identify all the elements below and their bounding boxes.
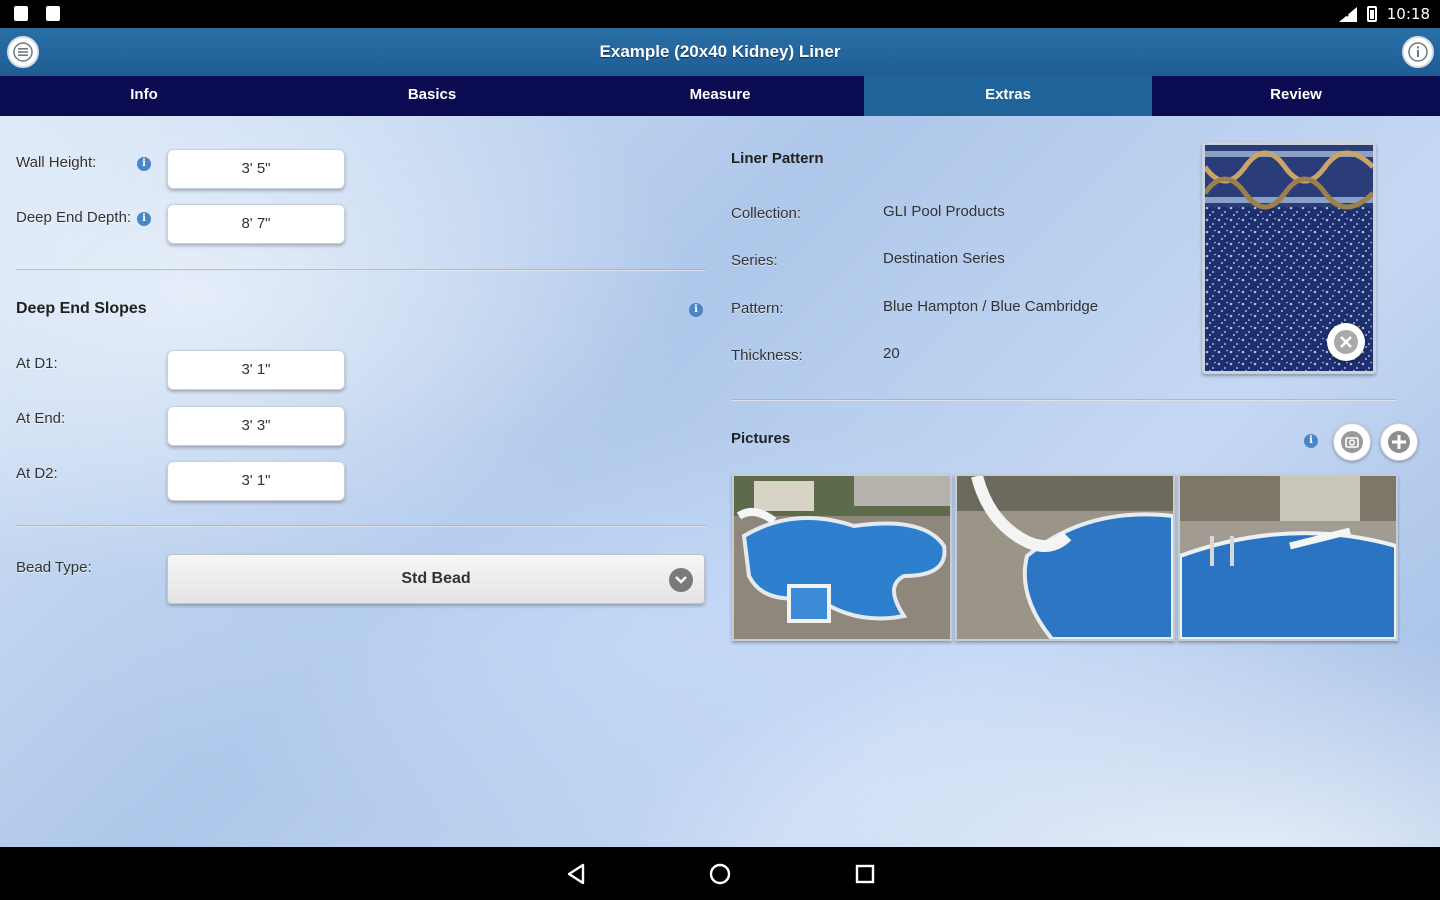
liner-pattern-title: Liner Pattern bbox=[731, 150, 824, 167]
content-area: Wall Height: i 3' 5" Deep End Depth: i 8… bbox=[0, 116, 1440, 847]
divider bbox=[16, 269, 706, 271]
collection-value: GLI Pool Products bbox=[883, 203, 1005, 220]
deep-end-depth-field[interactable]: 8' 7" bbox=[167, 204, 345, 244]
android-icon bbox=[46, 6, 60, 21]
bead-type-value: Std Bead bbox=[401, 570, 471, 587]
divider bbox=[731, 399, 1396, 401]
back-icon[interactable] bbox=[563, 860, 591, 888]
series-label: Series: bbox=[731, 252, 778, 269]
tab-bar: Info Basics Measure Extras Review bbox=[0, 76, 1440, 116]
collection-label: Collection: bbox=[731, 205, 802, 222]
thickness-value: 20 bbox=[883, 345, 900, 362]
plus-icon bbox=[1388, 431, 1410, 453]
take-photo-button[interactable] bbox=[1333, 423, 1371, 461]
deep-end-depth-label: Deep End Depth: bbox=[16, 209, 132, 226]
at-end-label: At End: bbox=[16, 410, 66, 427]
signal-icon bbox=[1338, 6, 1357, 22]
tab-measure[interactable]: Measure bbox=[576, 76, 864, 116]
pool-photo[interactable] bbox=[1178, 474, 1398, 641]
wall-height-info-icon[interactable]: i bbox=[137, 157, 151, 171]
series-value: Destination Series bbox=[883, 250, 1005, 267]
thickness-label: Thickness: bbox=[731, 347, 803, 364]
deep-end-depth-info-icon[interactable]: i bbox=[137, 212, 151, 226]
wall-height-field[interactable]: 3' 5" bbox=[167, 149, 345, 189]
tab-info[interactable]: Info bbox=[0, 76, 288, 116]
pool-photo[interactable] bbox=[955, 474, 1175, 641]
add-picture-button[interactable] bbox=[1380, 423, 1418, 461]
wall-height-label: Wall Height: bbox=[16, 154, 97, 171]
at-d1-label: At D1: bbox=[16, 355, 58, 372]
home-icon[interactable] bbox=[706, 860, 734, 888]
bead-type-label: Bead Type: bbox=[16, 559, 92, 576]
tab-review[interactable]: Review bbox=[1152, 76, 1440, 116]
pictures-title: Pictures bbox=[731, 430, 791, 447]
status-bar: 10:18 bbox=[0, 0, 1440, 28]
battery-icon bbox=[1366, 6, 1377, 22]
slopes-info-icon[interactable]: i bbox=[689, 303, 703, 317]
deep-end-slopes-title: Deep End Slopes bbox=[16, 300, 147, 317]
pool-photo[interactable] bbox=[732, 474, 952, 641]
pictures-info-icon[interactable]: i bbox=[1304, 434, 1318, 448]
camera-icon bbox=[1341, 431, 1363, 453]
remove-pattern-button[interactable] bbox=[1327, 323, 1365, 361]
at-d2-field[interactable]: 3' 1" bbox=[167, 461, 345, 501]
chevron-down-icon bbox=[669, 568, 693, 592]
bead-type-select[interactable]: Std Bead bbox=[167, 554, 705, 604]
at-d2-label: At D2: bbox=[16, 465, 58, 482]
at-d1-field[interactable]: 3' 1" bbox=[167, 350, 345, 390]
close-icon bbox=[1334, 330, 1358, 354]
divider bbox=[16, 525, 706, 527]
system-nav-bar bbox=[0, 847, 1440, 900]
tab-extras[interactable]: Extras bbox=[864, 76, 1152, 116]
page-title: Example (20x40 Kidney) Liner bbox=[599, 42, 841, 61]
info-button[interactable] bbox=[1402, 36, 1434, 68]
liner-pattern-swatch[interactable] bbox=[1202, 142, 1376, 374]
pattern-value: Blue Hampton / Blue Cambridge bbox=[883, 298, 1099, 315]
at-end-field[interactable]: 3' 3" bbox=[167, 406, 345, 446]
recents-icon[interactable] bbox=[851, 860, 879, 888]
clock: 10:18 bbox=[1386, 5, 1430, 23]
info-circle-icon bbox=[1408, 42, 1428, 62]
tab-basics[interactable]: Basics bbox=[288, 76, 576, 116]
pattern-label: Pattern: bbox=[731, 300, 784, 317]
notification-icon bbox=[14, 6, 28, 21]
title-bar: Example (20x40 Kidney) Liner bbox=[0, 28, 1440, 76]
